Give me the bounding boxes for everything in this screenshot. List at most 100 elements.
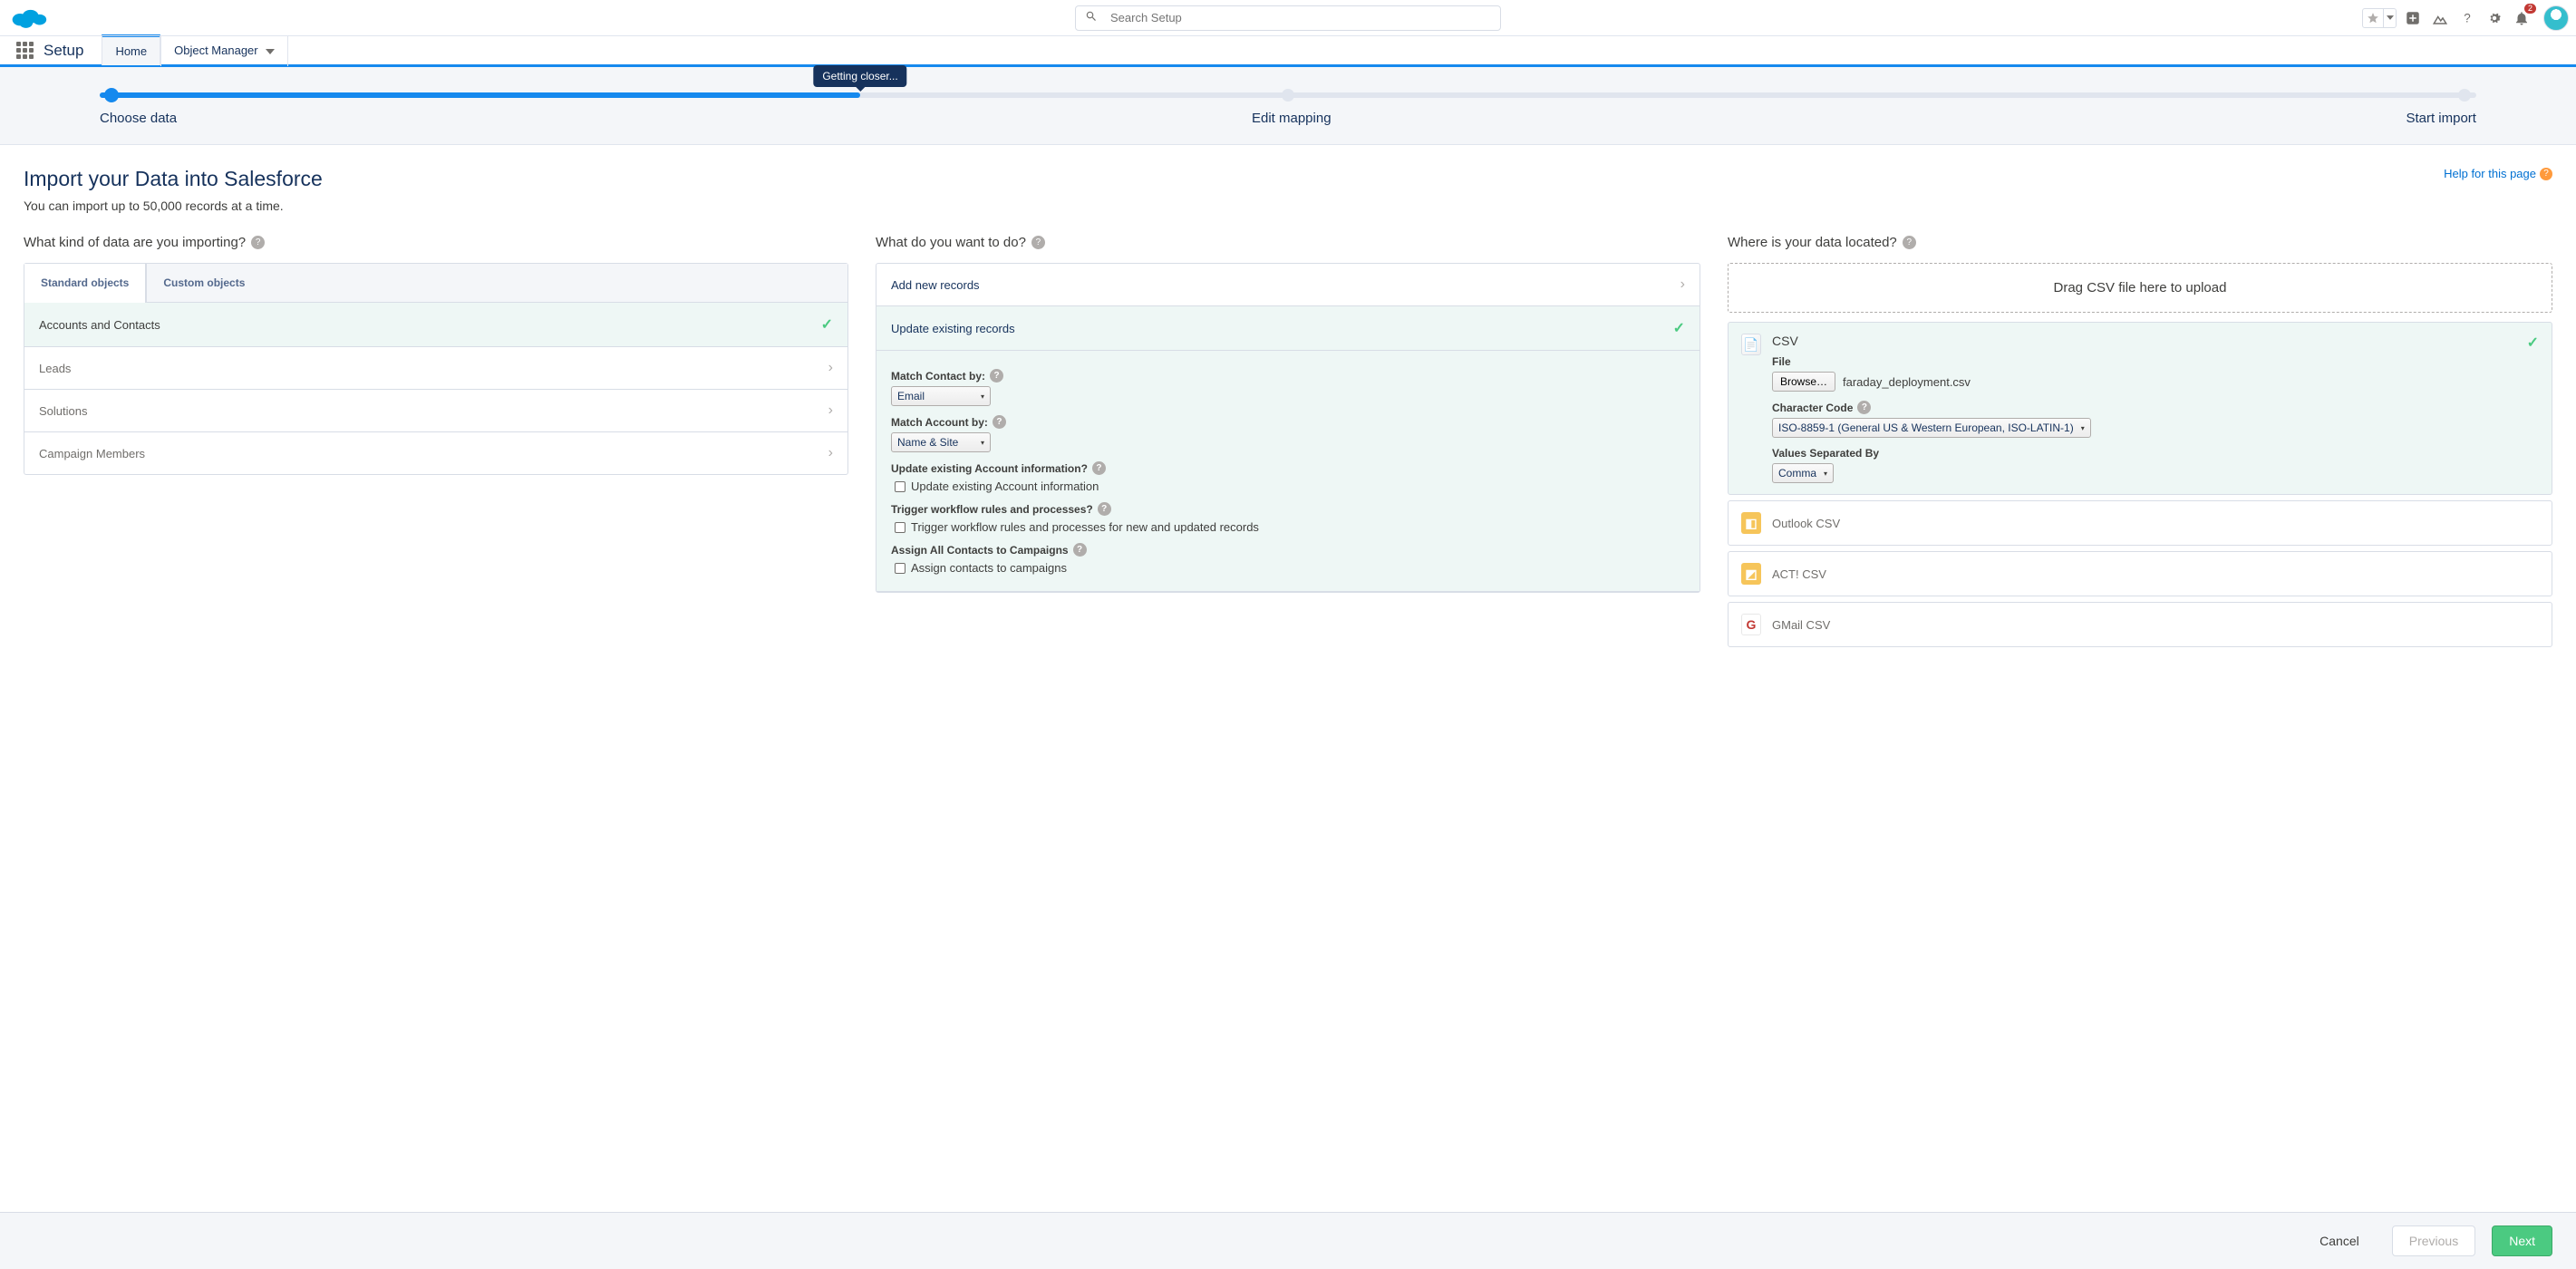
global-header: ? 2 bbox=[0, 0, 2576, 36]
check-icon: ✓ bbox=[1673, 319, 1685, 337]
add-button[interactable] bbox=[2402, 7, 2424, 29]
outlook-icon: ◧ bbox=[1741, 512, 1761, 534]
help-icon[interactable]: ? bbox=[2456, 7, 2478, 29]
select-value: Comma bbox=[1778, 467, 1816, 480]
checkbox-label: Update existing Account information bbox=[911, 480, 1099, 493]
previous-button[interactable]: Previous bbox=[2392, 1225, 2475, 1256]
tab-home-label: Home bbox=[115, 44, 147, 58]
col-action: What do you want to do? ? Add new record… bbox=[876, 235, 1700, 653]
header-actions: ? 2 bbox=[2362, 5, 2569, 31]
source-outlook[interactable]: ◧ Outlook CSV bbox=[1728, 500, 2552, 546]
help-link[interactable]: Help for this page ? bbox=[2444, 167, 2552, 180]
source-csv[interactable]: 📄 CSV File Browse… faraday_deployment.cs… bbox=[1728, 322, 2552, 495]
tab-home[interactable]: Home bbox=[102, 34, 160, 65]
chevron-right-icon: › bbox=[828, 402, 833, 419]
match-account-select[interactable]: Name & Site ▾ bbox=[891, 432, 991, 452]
assign-label: Assign All Contacts to Campaigns bbox=[891, 544, 1069, 557]
step-dot-1[interactable] bbox=[104, 88, 119, 102]
search-icon bbox=[1085, 10, 1098, 25]
select-value: Name & Site bbox=[897, 436, 958, 449]
help-icon[interactable]: ? bbox=[251, 236, 265, 249]
trailhead-icon[interactable] bbox=[2429, 7, 2451, 29]
action-label: Add new records bbox=[891, 278, 980, 292]
source-title: ACT! CSV bbox=[1772, 567, 1826, 581]
tab-standard-objects[interactable]: Standard objects bbox=[24, 264, 146, 303]
action-add-new[interactable]: Add new records › bbox=[876, 264, 1700, 306]
object-accounts-contacts[interactable]: Accounts and Contacts ✓ bbox=[24, 303, 847, 347]
help-icon[interactable]: ? bbox=[1092, 461, 1106, 475]
col-data-kind: What kind of data are you importing? ? S… bbox=[24, 235, 848, 653]
step-dot-2[interactable] bbox=[1282, 89, 1294, 102]
tab-custom-objects[interactable]: Custom objects bbox=[146, 264, 261, 303]
object-label: Accounts and Contacts bbox=[39, 318, 160, 332]
step-label-2: Edit mapping bbox=[1252, 111, 1332, 126]
step-dot-3[interactable] bbox=[2458, 89, 2471, 102]
gear-icon[interactable] bbox=[2484, 7, 2505, 29]
chevron-down-icon: ▾ bbox=[981, 392, 984, 401]
select-value: ISO-8859-1 (General US & Western Europea… bbox=[1778, 421, 2074, 434]
chevron-right-icon: › bbox=[828, 445, 833, 461]
chevron-right-icon: › bbox=[828, 360, 833, 376]
global-search bbox=[1075, 5, 1501, 31]
sep-label: Values Separated By bbox=[1772, 447, 1879, 460]
object-solutions[interactable]: Solutions › bbox=[24, 390, 847, 432]
match-contact-select[interactable]: Email ▾ bbox=[891, 386, 991, 406]
context-bar: Setup Home Object Manager bbox=[0, 36, 2576, 67]
source-title: CSV bbox=[1772, 334, 2516, 348]
help-icon[interactable]: ? bbox=[990, 369, 1003, 383]
page-title: Import your Data into Salesforce bbox=[24, 167, 323, 191]
charcode-select[interactable]: ISO-8859-1 (General US & Western Europea… bbox=[1772, 418, 2091, 438]
progress-tooltip: Getting closer... bbox=[813, 65, 906, 87]
chevron-down-icon: ▾ bbox=[981, 439, 984, 447]
help-icon[interactable]: ? bbox=[1073, 543, 1087, 557]
csv-drop-zone[interactable]: Drag CSV file here to upload bbox=[1728, 263, 2552, 313]
help-icon[interactable]: ? bbox=[1031, 236, 1045, 249]
col2-heading: What do you want to do? bbox=[876, 235, 1026, 250]
update-options: Match Contact by:? Email ▾ Match Account … bbox=[876, 351, 1700, 592]
trigger-checkbox[interactable] bbox=[895, 522, 905, 533]
help-icon: ? bbox=[2540, 168, 2552, 180]
source-act[interactable]: ◩ ACT! CSV bbox=[1728, 551, 2552, 596]
source-gmail[interactable]: G GMail CSV bbox=[1728, 602, 2552, 647]
browse-button[interactable]: Browse… bbox=[1772, 372, 1835, 392]
help-icon[interactable]: ? bbox=[1857, 401, 1871, 414]
next-button[interactable]: Next bbox=[2492, 1225, 2552, 1256]
svg-text:?: ? bbox=[2464, 11, 2471, 24]
object-leads[interactable]: Leads › bbox=[24, 347, 847, 390]
page-subtitle: You can import up to 50,000 records at a… bbox=[24, 199, 323, 213]
notification-bell-icon[interactable]: 2 bbox=[2511, 7, 2532, 29]
action-update-existing[interactable]: Update existing records ✓ bbox=[876, 306, 1700, 351]
trigger-label: Trigger workflow rules and processes? bbox=[891, 503, 1093, 516]
match-account-label: Match Account by: bbox=[891, 416, 988, 429]
file-icon: 📄 bbox=[1741, 334, 1761, 355]
wizard-progress: Getting closer... Choose data Edit mappi… bbox=[0, 67, 2576, 145]
help-icon[interactable]: ? bbox=[1903, 236, 1916, 249]
notification-badge: 2 bbox=[2524, 4, 2536, 14]
filename: faraday_deployment.csv bbox=[1843, 375, 1971, 389]
salesforce-logo bbox=[11, 5, 47, 31]
chevron-right-icon: › bbox=[1680, 276, 1685, 293]
cancel-button[interactable]: Cancel bbox=[2303, 1226, 2376, 1255]
favorites-button[interactable] bbox=[2362, 8, 2397, 28]
app-launcher-icon[interactable] bbox=[16, 42, 34, 60]
tab-object-manager[interactable]: Object Manager bbox=[160, 35, 288, 66]
separator-select[interactable]: Comma▾ bbox=[1772, 463, 1834, 483]
update-acct-checkbox[interactable] bbox=[895, 481, 905, 492]
app-name: Setup bbox=[44, 42, 83, 60]
assign-checkbox[interactable] bbox=[895, 563, 905, 574]
help-icon[interactable]: ? bbox=[1098, 502, 1111, 516]
main-content: Import your Data into Salesforce You can… bbox=[0, 145, 2576, 725]
source-title: Outlook CSV bbox=[1772, 517, 1840, 530]
object-label: Campaign Members bbox=[39, 447, 145, 460]
col-data-location: Where is your data located? ? Drag CSV f… bbox=[1728, 235, 2552, 653]
user-avatar[interactable] bbox=[2543, 5, 2569, 31]
search-input[interactable] bbox=[1110, 11, 1491, 24]
star-icon bbox=[2363, 12, 2383, 24]
match-contact-label: Match Contact by: bbox=[891, 370, 985, 383]
object-label: Leads bbox=[39, 362, 71, 375]
help-icon[interactable]: ? bbox=[993, 415, 1006, 429]
select-value: Email bbox=[897, 390, 925, 402]
object-label: Solutions bbox=[39, 404, 87, 418]
object-campaign-members[interactable]: Campaign Members › bbox=[24, 432, 847, 474]
file-label: File bbox=[1772, 355, 1791, 368]
